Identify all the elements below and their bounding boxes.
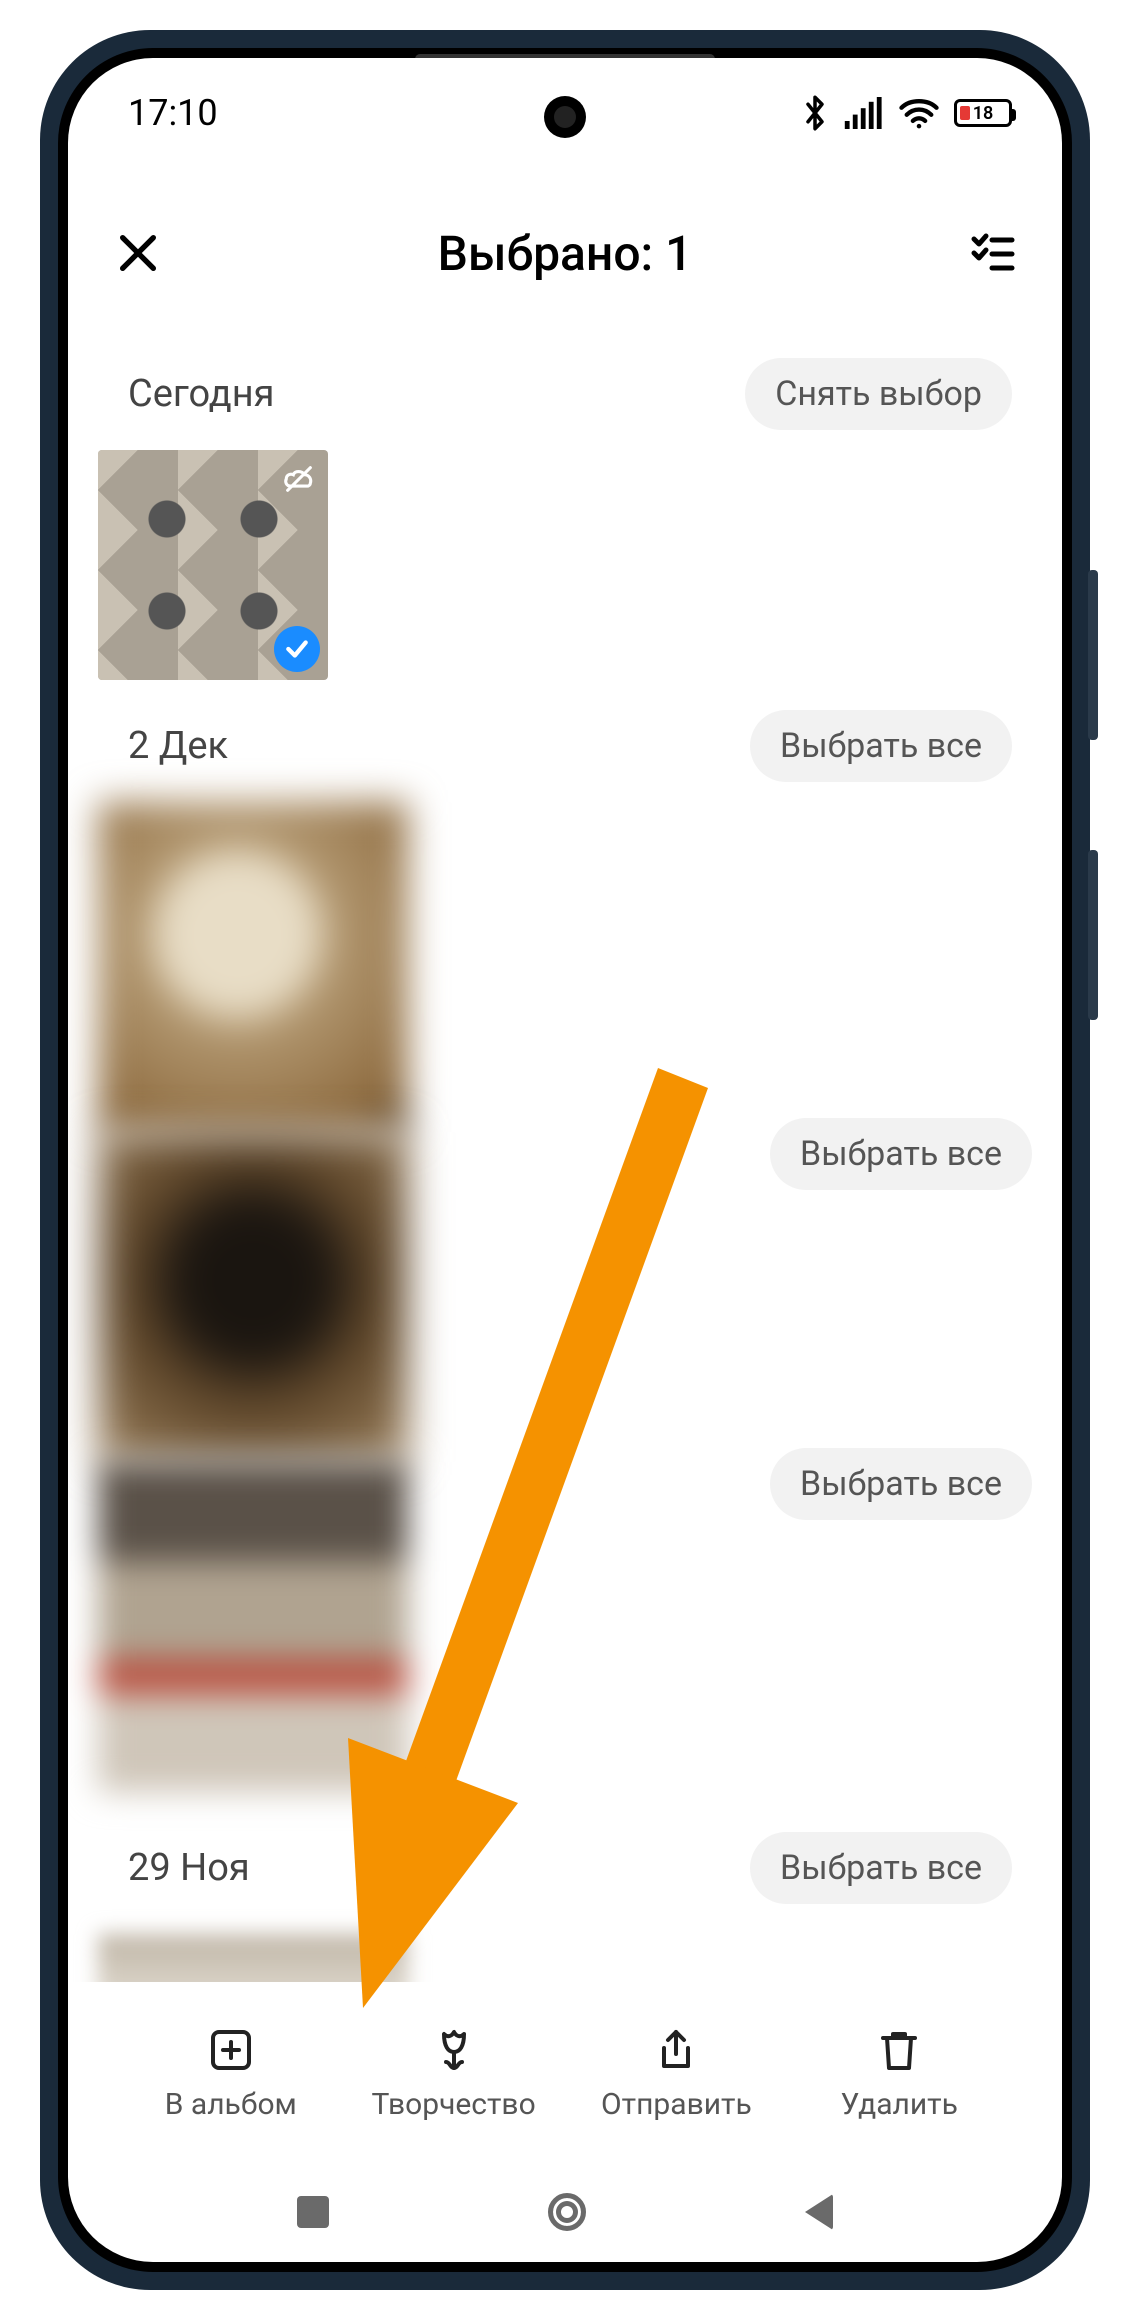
- cloud-off-icon: [280, 460, 318, 498]
- toolbar-label: Творчество: [371, 2087, 535, 2122]
- photo-thumbnail[interactable]: [98, 802, 408, 1132]
- status-time: 17:10: [128, 92, 218, 134]
- send-button[interactable]: Отправить: [576, 2023, 776, 2122]
- photo-thumbnail[interactable]: [98, 1462, 408, 1792]
- bluetooth-icon: [800, 92, 830, 134]
- close-button[interactable]: [108, 223, 168, 283]
- toolbar-label: В альбом: [165, 2087, 297, 2122]
- select-all-section-button[interactable]: Выбрать все: [770, 1448, 1032, 1520]
- phone-bezel: 17:10 18: [58, 48, 1072, 2272]
- date-label: Сегодня: [128, 372, 275, 416]
- date-label: 29 Ноя: [128, 1846, 250, 1890]
- add-to-album-button[interactable]: В альбом: [131, 2023, 331, 2122]
- page-title: Выбрано: 1: [438, 225, 693, 282]
- battery-icon: 18: [954, 99, 1012, 127]
- section-header-2dec: 2 Дек Выбрать все: [98, 680, 1032, 802]
- volume-down-button: [1088, 850, 1098, 1020]
- select-all-section-button[interactable]: Выбрать все: [750, 710, 1012, 782]
- date-label: 2 Дек: [128, 724, 228, 768]
- bottom-toolbar: В альбом Творчество Отправить: [68, 1982, 1062, 2162]
- section-header-today: Сегодня Снять выбор: [98, 328, 1032, 450]
- content-area: Сегодня Снять выбор: [68, 328, 1062, 2102]
- select-all-button[interactable]: [962, 223, 1022, 283]
- wifi-icon: [898, 97, 940, 129]
- share-icon: [649, 2023, 703, 2077]
- system-nav-bar: [68, 2162, 1062, 2262]
- trash-icon: [872, 2023, 926, 2077]
- volume-up-button: [1088, 570, 1098, 740]
- camera-hole: [544, 96, 586, 138]
- select-all-section-button[interactable]: Выбрать все: [770, 1118, 1032, 1190]
- selected-checkmark-icon: [274, 626, 320, 672]
- deselect-button[interactable]: Снять выбор: [745, 358, 1012, 430]
- back-button[interactable]: [805, 2194, 833, 2230]
- battery-percent: 18: [957, 103, 1009, 124]
- recents-button[interactable]: [297, 2196, 329, 2228]
- toolbar-label: Удалить: [840, 2087, 957, 2122]
- toolbar-label: Отправить: [601, 2087, 752, 2122]
- photo-thumbnail[interactable]: [98, 1132, 408, 1462]
- creativity-icon: [427, 2023, 481, 2077]
- delete-button[interactable]: Удалить: [799, 2023, 999, 2122]
- creativity-button[interactable]: Творчество: [354, 2023, 554, 2122]
- signal-icon: [844, 97, 884, 129]
- screen: 17:10 18: [68, 58, 1062, 2262]
- select-all-section-button[interactable]: Выбрать все: [750, 1832, 1012, 1904]
- photo-thumbnail[interactable]: [98, 450, 328, 680]
- app-bar: Выбрано: 1: [68, 198, 1062, 308]
- section-header-29nov: 29 Ноя Выбрать все: [98, 1802, 1032, 1924]
- add-to-album-icon: [204, 2023, 258, 2077]
- home-button[interactable]: [548, 2193, 586, 2231]
- phone-frame: 17:10 18: [40, 30, 1090, 2290]
